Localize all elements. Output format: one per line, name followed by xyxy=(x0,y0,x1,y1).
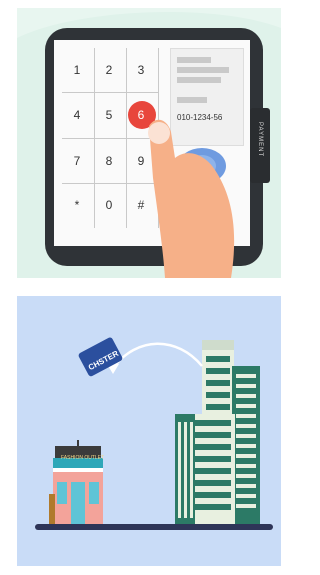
payment-terminal-illustration: PAYMENT 1 2 3 4 5 6 7 8 9 * 0 # 010-1234… xyxy=(17,8,281,278)
online-payment-illustration: FASHION OUTLET CHSTER xyxy=(17,296,281,566)
shop-sign: FASHION OUTLET xyxy=(61,455,105,461)
hand-illustration xyxy=(148,119,235,278)
city-scene xyxy=(35,337,273,530)
